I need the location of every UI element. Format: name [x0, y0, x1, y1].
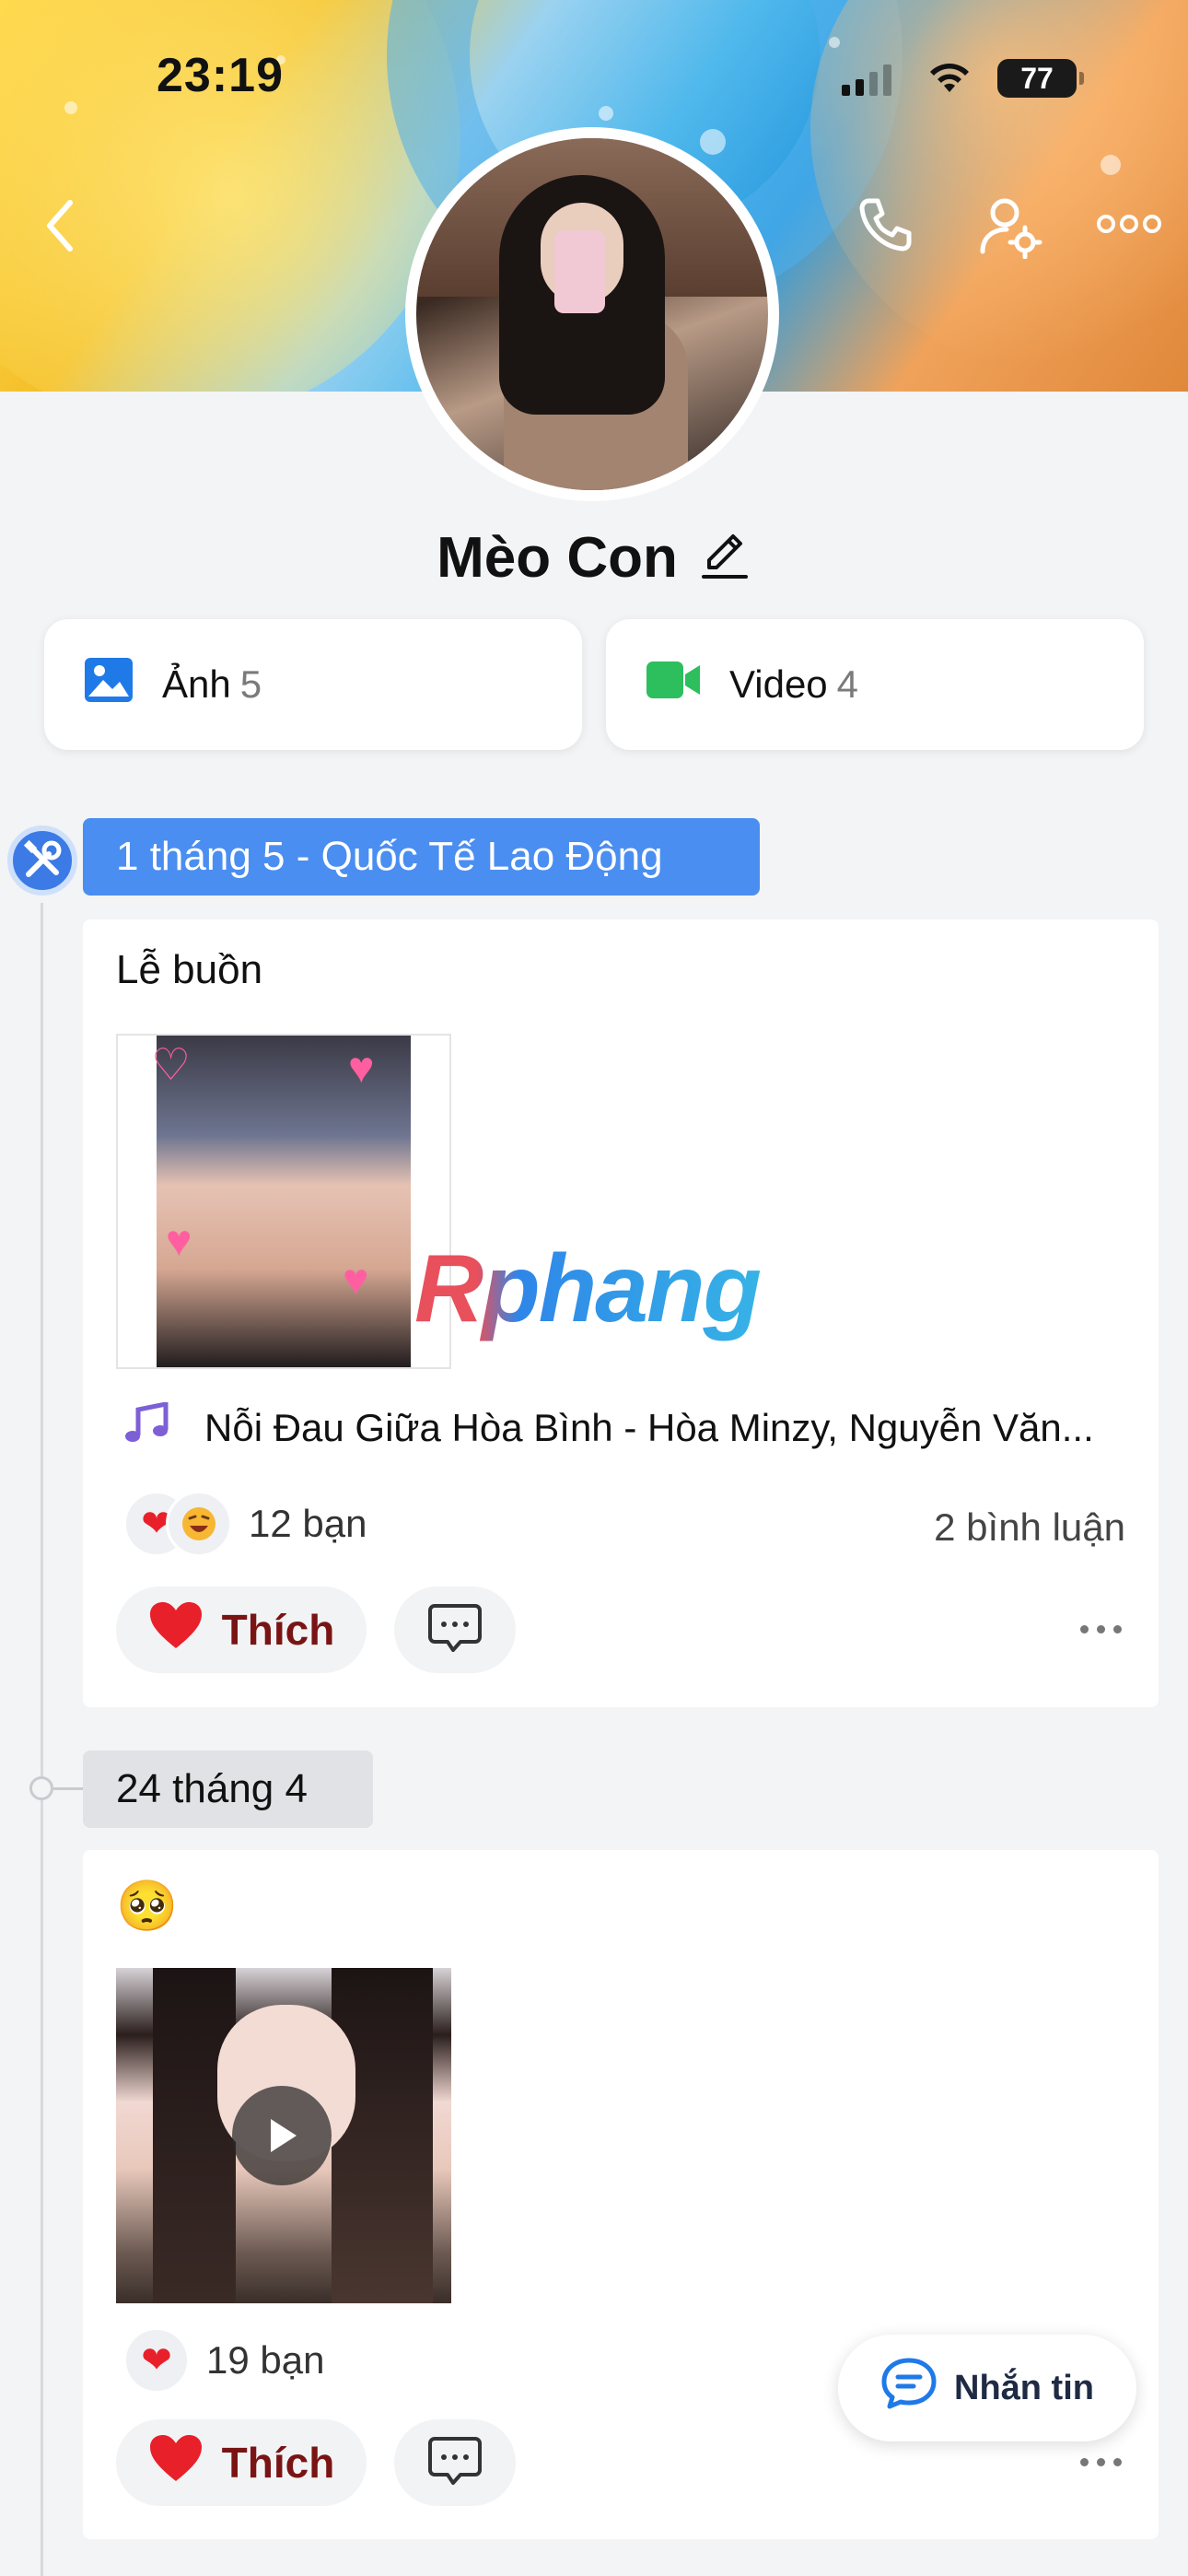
- comment-button[interactable]: [394, 2419, 516, 2506]
- battery-indicator: 77: [997, 59, 1084, 98]
- comment-button[interactable]: [394, 1587, 516, 1673]
- profile-settings-icon[interactable]: [976, 192, 1046, 262]
- comment-icon: [427, 2435, 483, 2491]
- photos-label: Ảnh: [162, 662, 231, 706]
- message-button[interactable]: Nhắn tin: [838, 2335, 1136, 2441]
- timeline-node: [29, 1776, 53, 1800]
- like-label: Thích: [221, 2439, 335, 2487]
- watermark-logo: Rphang: [414, 1235, 762, 1342]
- post-video[interactable]: [116, 1968, 451, 2303]
- phone-icon[interactable]: [852, 192, 918, 258]
- reactions-count: 12 bạn: [249, 1502, 367, 1545]
- post-photo[interactable]: ♡ ♥ ♥ ♥: [116, 1034, 451, 1369]
- post-text: Lễ buồn: [116, 947, 263, 992]
- timeline-line: [41, 903, 43, 2576]
- videos-label: Video: [729, 662, 828, 706]
- cellular-signal-icon: [842, 64, 891, 96]
- like-label: Thích: [221, 1606, 335, 1654]
- profile-name-row: Mèo Con: [0, 525, 1188, 591]
- comments-count[interactable]: 2 bình luận: [934, 1505, 1125, 1550]
- music-note-icon: [123, 1402, 169, 1454]
- heart-icon: ❤: [123, 2327, 190, 2394]
- status-time: 23:19: [157, 49, 284, 102]
- like-button[interactable]: Thích: [116, 2419, 367, 2506]
- post-text: 🥺: [116, 1879, 179, 1934]
- video-icon: [645, 658, 702, 711]
- avatar[interactable]: [405, 127, 779, 501]
- videos-count: 4: [836, 662, 859, 706]
- photo-icon: [83, 656, 134, 713]
- timeline-date-1: 1 tháng 5 - Quốc Tế Lao Động: [83, 818, 760, 896]
- photos-card[interactable]: Ảnh 5: [44, 619, 582, 750]
- timeline-date-2: 24 tháng 4: [83, 1751, 373, 1828]
- music-row[interactable]: Nỗi Đau Giữa Hòa Bình - Hòa Minzy, Nguyễ…: [123, 1402, 1127, 1454]
- photos-count: 5: [239, 662, 262, 706]
- reactions-count: 19 bạn: [206, 2338, 325, 2382]
- post-more-button[interactable]: [1080, 1625, 1122, 1633]
- comment-icon: [427, 1602, 483, 1658]
- videos-card[interactable]: Video 4: [606, 619, 1144, 750]
- more-icon[interactable]: [1096, 207, 1162, 240]
- back-icon[interactable]: [37, 193, 83, 258]
- reactions-summary[interactable]: ❤ 19 bạn: [123, 2324, 324, 2397]
- message-icon: [880, 2357, 938, 2419]
- music-title: Nỗi Đau Giữa Hòa Bình - Hòa Minzy, Nguyễ…: [204, 1406, 1094, 1449]
- reactions-summary[interactable]: ❤ 12 bạn: [123, 1487, 367, 1561]
- wifi-icon: [926, 59, 973, 100]
- heart-icon: [148, 2433, 204, 2493]
- post-more-button[interactable]: [1080, 2458, 1122, 2466]
- laugh-emoji-icon: [166, 1491, 232, 1557]
- play-icon[interactable]: [232, 2086, 332, 2185]
- message-button-label: Nhắn tin: [954, 2368, 1094, 2407]
- edit-icon[interactable]: [698, 529, 751, 587]
- tools-icon: [7, 825, 77, 896]
- like-button[interactable]: Thích: [116, 1587, 367, 1673]
- profile-name: Mèo Con: [437, 526, 678, 590]
- heart-icon: [148, 1600, 204, 1660]
